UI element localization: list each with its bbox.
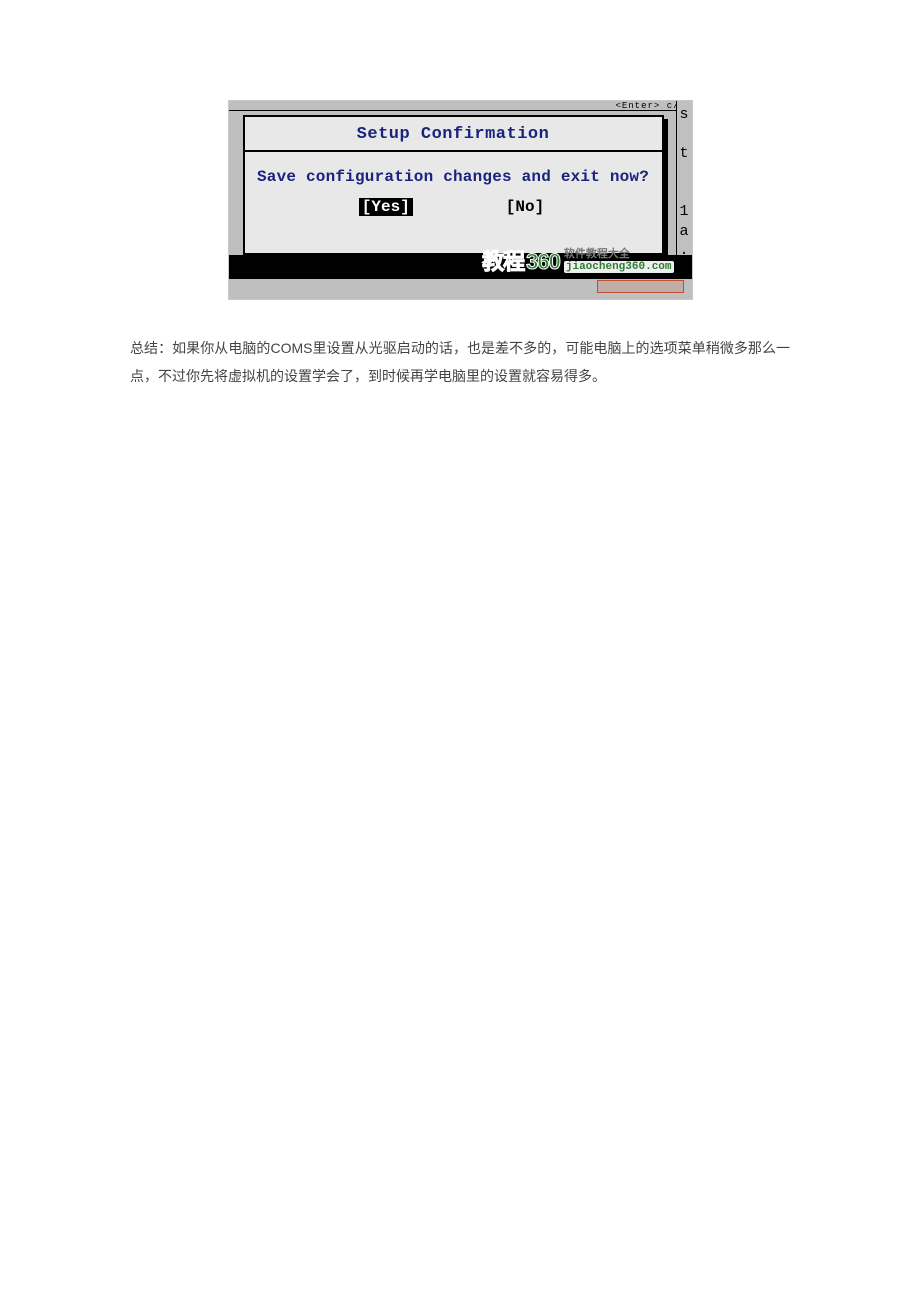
right-strip-char: s [679,108,688,122]
bios-bottom-black-bar [229,255,692,279]
article-summary-paragraph: 总结：如果你从电脑的COMS里设置从光驱启动的话，也是差不多的，可能电脑上的选项… [130,334,790,390]
dialog-button-row: [Yes] [No] [245,198,662,216]
bios-right-strip: s t 1 a . [676,101,692,261]
right-strip-char: t [679,147,688,161]
setup-confirmation-dialog: Setup Confirmation Save configuration ch… [243,115,664,255]
dialog-body-text: Save configuration changes and exit now? [245,152,662,198]
right-strip-char: 1 [679,205,688,219]
no-button[interactable]: [No] [503,198,547,216]
bios-topbar-hint: <Enter> c/ [229,101,686,111]
yes-button[interactable]: [Yes] [359,198,413,216]
bios-screenshot: <Enter> c/ s t 1 a . Setup Confirmation … [228,100,693,300]
right-strip-char: a [679,225,688,239]
bios-footer-highlight-box [597,280,684,293]
dialog-title: Setup Confirmation [245,117,662,152]
